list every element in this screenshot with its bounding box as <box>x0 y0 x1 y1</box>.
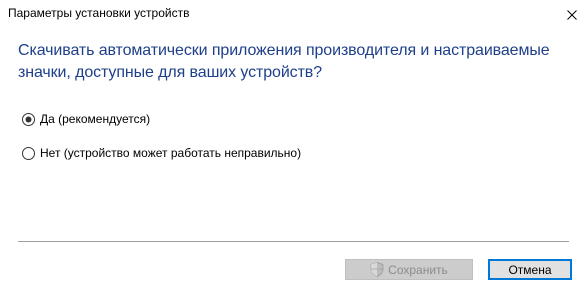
cancel-button[interactable]: Отмена <box>488 259 572 280</box>
option-yes[interactable]: Да (рекомендуется) <box>22 112 150 126</box>
option-no[interactable]: Нет (устройство может работать неправиль… <box>22 146 301 160</box>
radio-yes-selected[interactable] <box>22 112 35 126</box>
separator <box>18 241 569 242</box>
cancel-button-label: Отмена <box>508 262 552 277</box>
save-button[interactable]: Сохранить <box>345 259 473 280</box>
window-title: Параметры установки устройств <box>8 6 190 20</box>
option-yes-label: Да (рекомендуется) <box>40 112 151 126</box>
radio-no[interactable] <box>22 146 35 160</box>
question-text: Скачивать автоматически приложения произ… <box>18 42 550 81</box>
close-icon <box>566 10 577 20</box>
uac-shield-icon <box>370 262 384 277</box>
option-no-label: Нет (устройство может работать неправиль… <box>40 146 302 160</box>
device-installation-settings-dialog: Параметры установки устройств Скачивать … <box>0 0 587 287</box>
save-button-label: Сохранить <box>388 262 448 277</box>
close-button[interactable] <box>556 0 587 30</box>
